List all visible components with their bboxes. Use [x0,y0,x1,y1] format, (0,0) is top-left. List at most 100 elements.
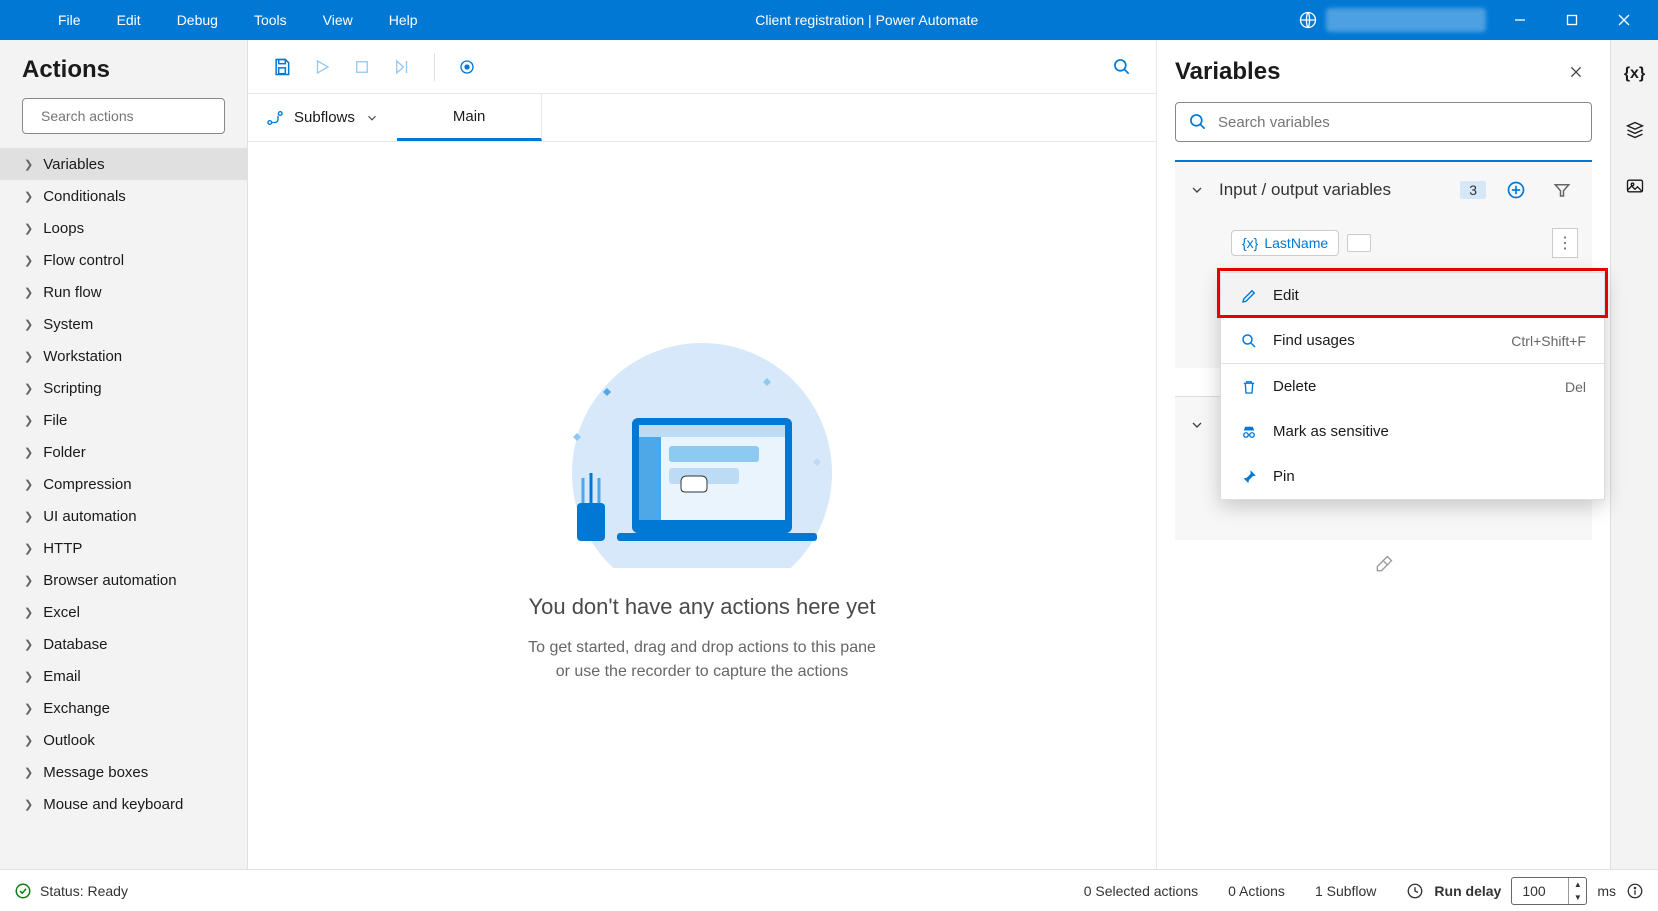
menu-edit[interactable]: Edit [99,0,159,40]
designer-area: Subflows Main [248,40,1156,869]
action-category[interactable]: ❯UI automation [0,500,247,532]
action-category[interactable]: ❯Message boxes [0,756,247,788]
action-category[interactable]: ❯Excel [0,596,247,628]
menu-view[interactable]: View [305,0,371,40]
incognito-icon [1239,422,1259,442]
chevron-right-icon: ❯ [24,350,33,363]
flow-canvas[interactable]: You don't have any actions here yet To g… [248,142,1156,869]
action-category[interactable]: ❯Flow control [0,244,247,276]
action-category[interactable]: ❯Database [0,628,247,660]
actions-panel: Actions ❯Variables❯Conditionals❯Loops❯Fl… [0,40,248,869]
search-icon [1239,331,1259,351]
chevron-right-icon: ❯ [24,478,33,491]
info-icon[interactable] [1626,882,1644,900]
environment-name[interactable] [1326,8,1486,32]
actions-search-input[interactable] [41,108,222,124]
stop-button[interactable] [344,49,380,85]
clear-button[interactable] [1157,540,1610,588]
action-category[interactable]: ❯System [0,308,247,340]
subflows-dropdown[interactable]: Subflows [248,94,397,141]
filter-variables-button[interactable] [1546,174,1578,206]
search-flow-button[interactable] [1104,49,1140,85]
main-menu: File Edit Debug Tools View Help [0,0,436,40]
menu-tools[interactable]: Tools [236,0,305,40]
actions-search[interactable] [22,98,225,134]
action-category[interactable]: ❯Exchange [0,692,247,724]
variables-search[interactable] [1175,102,1592,142]
ctx-delete[interactable]: Delete Del [1221,364,1604,409]
chevron-right-icon: ❯ [24,222,33,235]
menu-debug[interactable]: Debug [159,0,236,40]
menu-help[interactable]: Help [371,0,436,40]
check-icon [14,882,32,900]
actions-count: 0 Actions [1228,883,1285,899]
action-category[interactable]: ❯Compression [0,468,247,500]
trash-icon [1239,377,1259,397]
minimize-button[interactable] [1494,0,1546,40]
action-category[interactable]: ❯Scripting [0,372,247,404]
action-category[interactable]: ❯Email [0,660,247,692]
statusbar: Status: Ready 0 Selected actions 0 Actio… [0,869,1658,911]
run-delay-input[interactable]: 100 ▲▼ [1511,877,1587,905]
search-icon [1188,112,1208,132]
close-button[interactable] [1598,0,1650,40]
chevron-right-icon: ❯ [24,318,33,331]
action-category[interactable]: ❯Mouse and keyboard [0,788,247,820]
canvas-empty-title: You don't have any actions here yet [528,594,875,620]
save-button[interactable] [264,49,300,85]
images-tab-button[interactable] [1619,170,1651,202]
status-text: Status: Ready [40,883,128,899]
variables-header: Variables [1175,58,1560,86]
variables-tab-button[interactable]: {x} [1619,58,1651,90]
selected-actions-count: 0 Selected actions [1084,883,1198,899]
add-variable-button[interactable] [1500,174,1532,206]
maximize-button[interactable] [1546,0,1598,40]
delay-up[interactable]: ▲ [1569,878,1586,891]
chevron-right-icon: ❯ [24,190,33,203]
variables-close-button[interactable] [1560,56,1592,88]
chevron-right-icon: ❯ [24,286,33,299]
action-category[interactable]: ❯Outlook [0,724,247,756]
action-category[interactable]: ❯Folder [0,436,247,468]
right-rail: {x} [1610,40,1658,869]
variable-context-menu: Edit Find usages Ctrl+Shift+F Delete Del… [1220,272,1605,500]
ctx-find-usages[interactable]: Find usages Ctrl+Shift+F [1221,318,1604,363]
run-button[interactable] [304,49,340,85]
action-category[interactable]: ❯Loops [0,212,247,244]
step-button[interactable] [384,49,420,85]
run-delay-label: Run delay [1434,883,1501,899]
action-category[interactable]: ❯Run flow [0,276,247,308]
action-category[interactable]: ❯File [0,404,247,436]
chevron-right-icon: ❯ [24,574,33,587]
tab-main[interactable]: Main [397,94,543,141]
variable-more-button[interactable]: ⋮ [1552,228,1578,258]
action-category[interactable]: ❯HTTP [0,532,247,564]
ctx-edit[interactable]: Edit [1221,273,1604,318]
variable-row: {x} LastName ⋮ [1175,218,1592,268]
actions-list[interactable]: ❯Variables❯Conditionals❯Loops❯Flow contr… [0,148,247,869]
action-category[interactable]: ❯Workstation [0,340,247,372]
variables-search-input[interactable] [1218,114,1579,131]
chevron-down-icon[interactable] [1189,417,1205,433]
ctx-pin[interactable]: Pin [1221,454,1604,499]
chevron-right-icon: ❯ [24,670,33,683]
variable-chip[interactable]: {x} LastName [1231,230,1339,256]
action-category[interactable]: ❯Conditionals [0,180,247,212]
chevron-right-icon: ❯ [24,638,33,651]
chevron-right-icon: ❯ [24,158,33,171]
recorder-button[interactable] [449,49,485,85]
action-category[interactable]: ❯Variables [0,148,247,180]
pin-icon [1239,467,1259,487]
window-title: Client registration | Power Automate [436,12,1298,28]
subflow-bar: Subflows Main [248,94,1156,142]
ui-elements-tab-button[interactable] [1619,114,1651,146]
delay-down[interactable]: ▼ [1569,891,1586,904]
io-section-title: Input / output variables [1219,180,1446,200]
environment-icon[interactable] [1298,10,1318,30]
chevron-down-icon [365,111,379,125]
menu-file[interactable]: File [40,0,99,40]
action-category[interactable]: ❯Browser automation [0,564,247,596]
chevron-down-icon[interactable] [1189,182,1205,198]
ctx-mark-sensitive[interactable]: Mark as sensitive [1221,409,1604,454]
subflows-label: Subflows [294,109,355,126]
